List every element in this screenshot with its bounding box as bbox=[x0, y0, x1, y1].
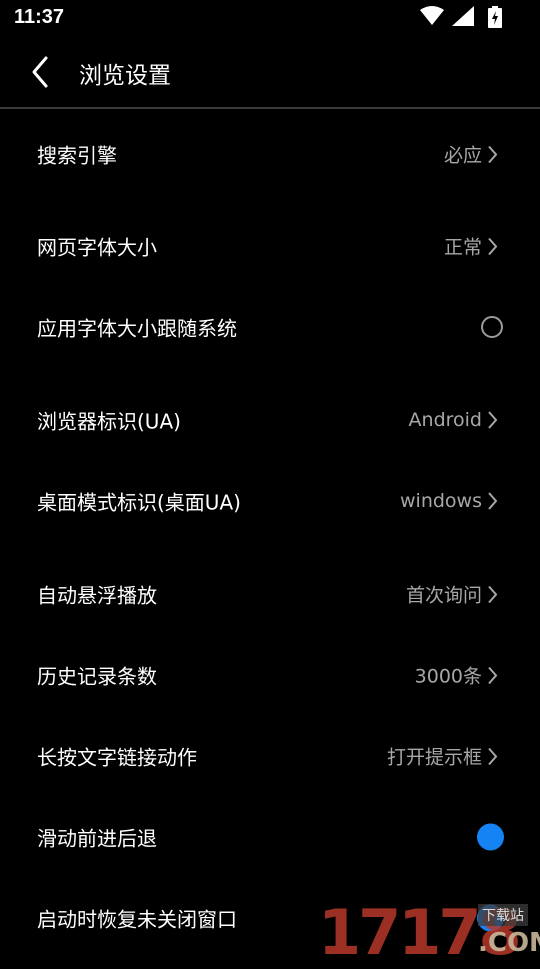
radio-toggle-off[interactable] bbox=[481, 316, 503, 338]
chevron-right-icon bbox=[488, 145, 498, 163]
setting-value-group: windows bbox=[400, 490, 498, 512]
setting-search-engine[interactable]: 搜索引擎 必应 bbox=[0, 124, 540, 184]
cellular-signal-icon bbox=[452, 6, 474, 26]
setting-desktop-ua[interactable]: 桌面模式标识(桌面UA) windows bbox=[0, 471, 540, 531]
battery-charging-icon bbox=[488, 6, 502, 28]
setting-label: 自动悬浮播放 bbox=[37, 583, 157, 608]
setting-web-font-size[interactable]: 网页字体大小 正常 bbox=[0, 216, 540, 276]
setting-auto-float-play[interactable]: 自动悬浮播放 首次询问 bbox=[0, 564, 540, 624]
setting-value: 打开提示框 bbox=[386, 746, 482, 769]
radio-toggle-on[interactable] bbox=[477, 904, 504, 932]
setting-label: 滑动前进后退 bbox=[37, 826, 157, 851]
radio-toggle-on[interactable] bbox=[477, 823, 504, 851]
setting-label: 桌面模式标识(桌面UA) bbox=[37, 490, 241, 515]
setting-long-press-link[interactable]: 长按文字链接动作 打开提示框 bbox=[0, 726, 540, 786]
setting-value-group: 正常 bbox=[444, 233, 498, 260]
setting-label: 搜索引擎 bbox=[37, 143, 117, 168]
setting-value-group: 3000条 bbox=[415, 662, 498, 689]
setting-label: 长按文字链接动作 bbox=[37, 745, 197, 770]
setting-value: 首次询问 bbox=[405, 584, 482, 607]
page-title: 浏览设置 bbox=[79, 63, 171, 89]
setting-value-group: 首次询问 bbox=[406, 581, 498, 608]
setting-history-count[interactable]: 历史记录条数 3000条 bbox=[0, 645, 540, 705]
chevron-right-icon bbox=[488, 585, 498, 603]
chevron-right-icon bbox=[488, 492, 498, 510]
chevron-right-icon bbox=[488, 411, 498, 429]
setting-value: Android bbox=[408, 409, 482, 431]
setting-value-group: 打开提示框 bbox=[387, 743, 498, 770]
status-time: 11:37 bbox=[14, 6, 65, 28]
setting-restore-windows[interactable]: 启动时恢复未关闭窗口 bbox=[0, 888, 540, 948]
setting-value: 正常 bbox=[443, 236, 482, 259]
header-divider bbox=[0, 107, 540, 109]
setting-label: 网页字体大小 bbox=[37, 235, 157, 260]
setting-value-group: Android bbox=[409, 409, 498, 431]
chevron-right-icon bbox=[488, 747, 498, 765]
setting-swipe-navigation[interactable]: 滑动前进后退 bbox=[0, 807, 540, 867]
status-bar: 11:37 bbox=[0, 0, 540, 36]
setting-value: 3000条 bbox=[414, 665, 482, 688]
chevron-right-icon bbox=[488, 666, 498, 684]
chevron-right-icon bbox=[488, 237, 498, 255]
back-button[interactable] bbox=[20, 50, 60, 94]
setting-value: 必应 bbox=[443, 144, 482, 167]
app-bar: 浏览设置 bbox=[0, 36, 540, 108]
setting-label: 启动时恢复未关闭窗口 bbox=[37, 907, 237, 932]
setting-follow-system-font[interactable]: 应用字体大小跟随系统 bbox=[0, 297, 540, 357]
setting-label: 历史记录条数 bbox=[37, 664, 157, 689]
chevron-left-icon bbox=[32, 56, 48, 88]
setting-label: 浏览器标识(UA) bbox=[37, 409, 181, 434]
setting-label: 应用字体大小跟随系统 bbox=[37, 316, 237, 341]
setting-user-agent[interactable]: 浏览器标识(UA) Android bbox=[0, 390, 540, 450]
setting-value: windows bbox=[400, 490, 482, 512]
wifi-icon bbox=[420, 6, 444, 25]
setting-value-group: 必应 bbox=[444, 141, 498, 168]
